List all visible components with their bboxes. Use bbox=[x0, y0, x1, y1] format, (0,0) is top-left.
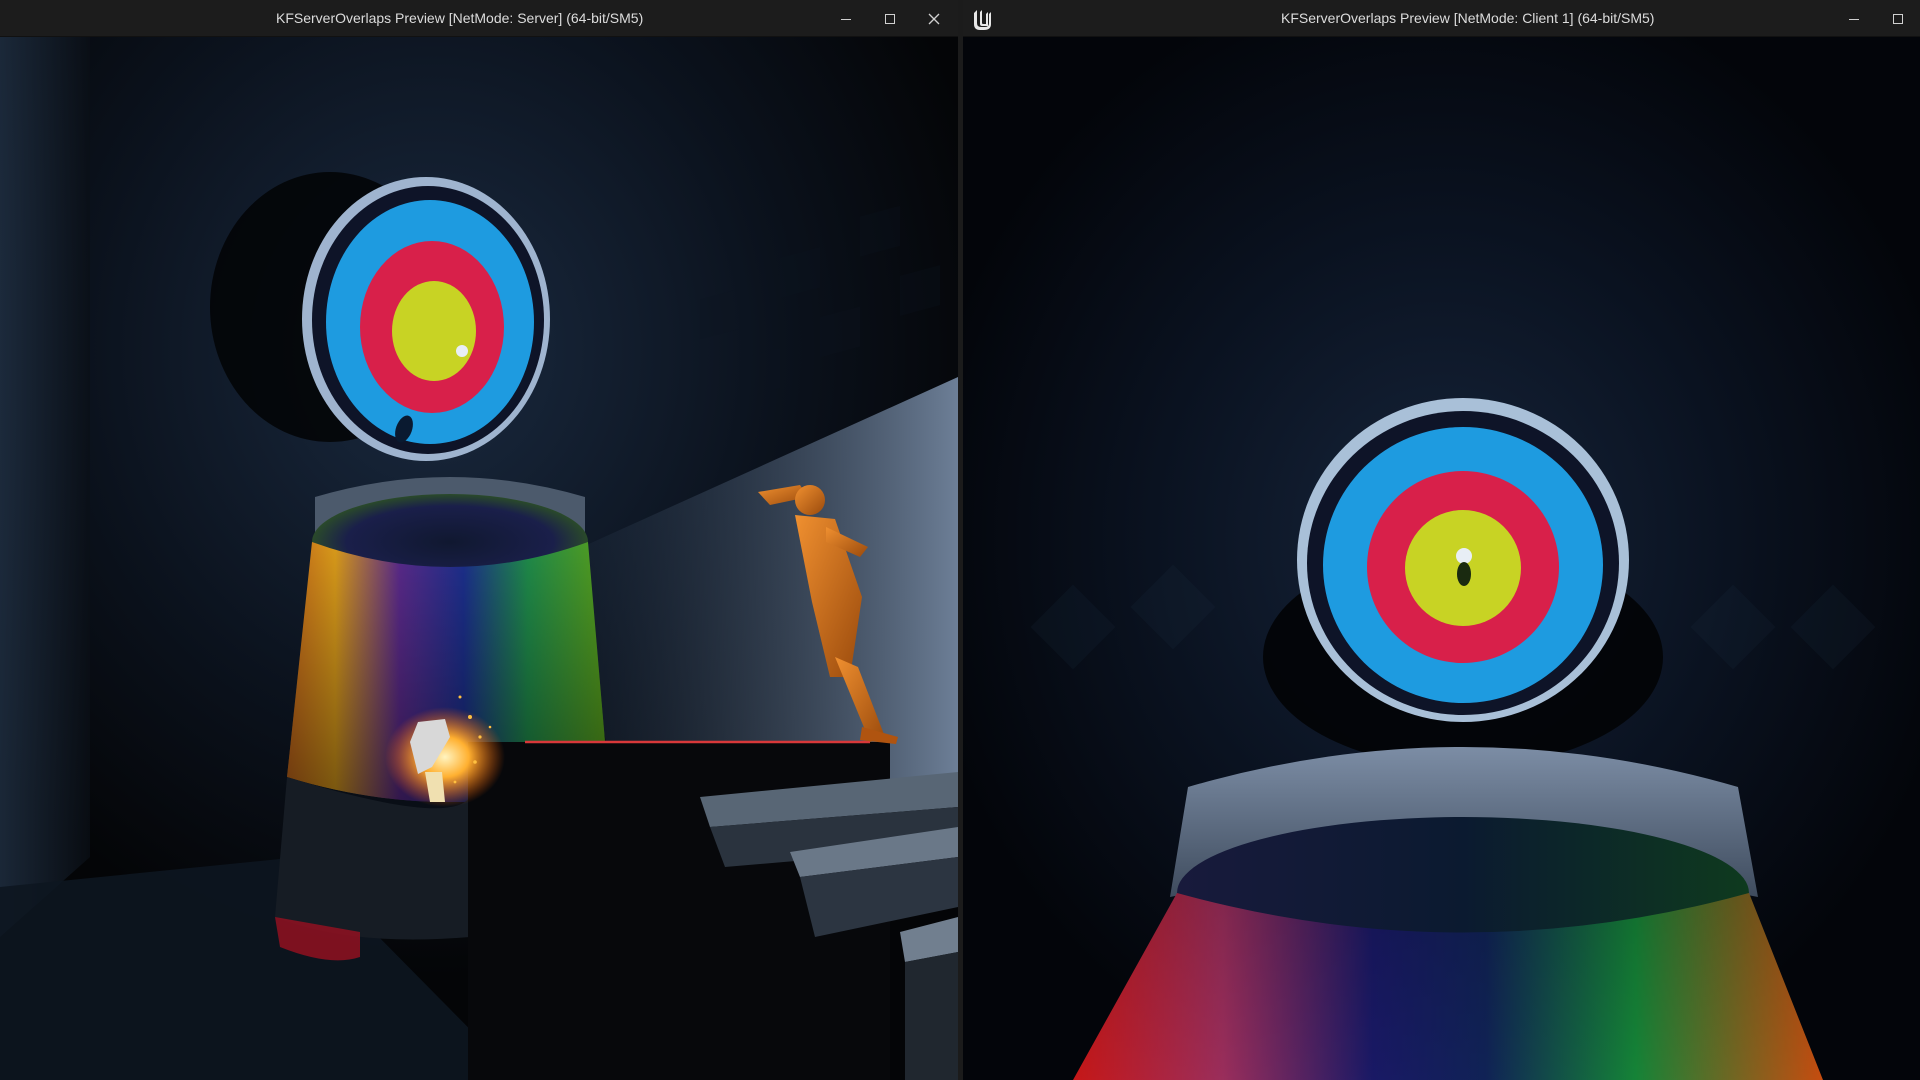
server-minimize-button[interactable] bbox=[824, 0, 868, 37]
close-icon bbox=[928, 13, 940, 25]
server-window-title: KFServerOverlaps Preview [NetMode: Serve… bbox=[276, 10, 644, 26]
client-scene bbox=[963, 37, 1920, 1080]
server-target bbox=[302, 177, 550, 461]
server-titlebar[interactable]: KFServerOverlaps Preview [NetMode: Serve… bbox=[0, 0, 958, 37]
client-game-viewport[interactable] bbox=[963, 37, 1920, 1080]
server-preview-window: KFServerOverlaps Preview [NetMode: Serve… bbox=[0, 0, 958, 1080]
client-titlebar[interactable]: KFServerOverlaps Preview [NetMode: Clien… bbox=[963, 0, 1920, 37]
server-maximize-button[interactable] bbox=[868, 0, 912, 37]
unreal-engine-logo-icon bbox=[963, 0, 1003, 37]
server-game-viewport[interactable] bbox=[0, 37, 958, 1080]
client-window-title: KFServerOverlaps Preview [NetMode: Clien… bbox=[1281, 10, 1655, 26]
minimize-icon bbox=[1848, 13, 1860, 25]
maximize-icon bbox=[1892, 13, 1904, 25]
client-minimize-button[interactable] bbox=[1832, 0, 1876, 37]
maximize-icon bbox=[884, 13, 896, 25]
client-maximize-button[interactable] bbox=[1876, 0, 1920, 37]
client-preview-window: KFServerOverlaps Preview [NetMode: Clien… bbox=[963, 0, 1920, 1080]
minimize-icon bbox=[840, 13, 852, 25]
server-close-button[interactable] bbox=[912, 0, 956, 37]
client-target bbox=[1297, 398, 1629, 722]
server-scene bbox=[0, 37, 958, 1080]
